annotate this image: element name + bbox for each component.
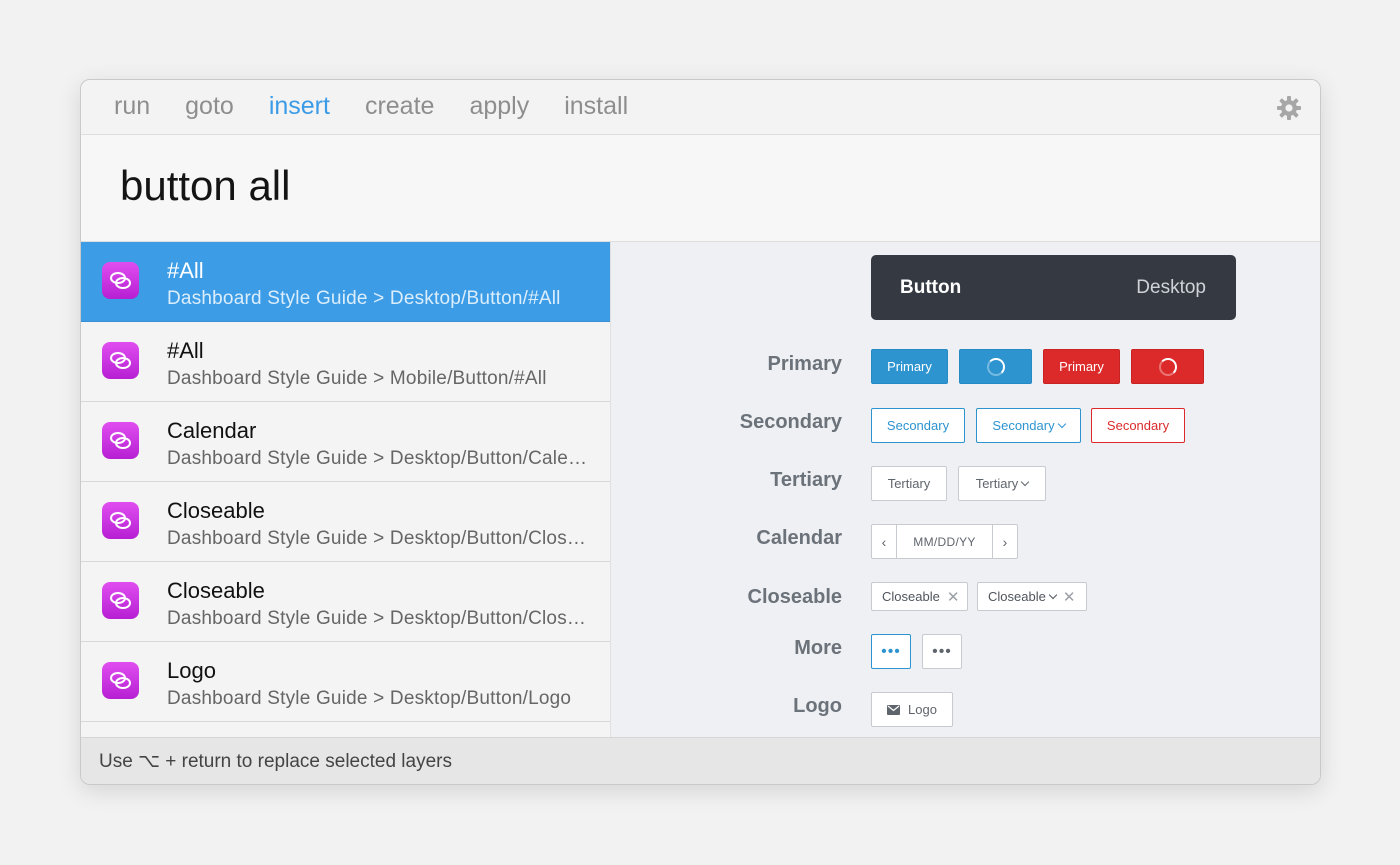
result-title: Calendar: [167, 418, 257, 443]
search-input[interactable]: button all: [120, 161, 290, 211]
primary-button[interactable]: Primary: [871, 349, 948, 384]
preview-header: Button Desktop: [871, 255, 1236, 320]
symbol-link-icon: [102, 342, 139, 379]
command-tabs: run goto insert create apply install: [114, 90, 663, 122]
symbol-link-icon: [102, 582, 139, 619]
label-logo: Logo: [793, 695, 842, 717]
tab-install[interactable]: install: [564, 90, 628, 122]
launcher-window: run goto insert create apply install but…: [80, 79, 1321, 785]
result-path: Dashboard Style Guide > Desktop/Button/#…: [167, 288, 561, 309]
more-button[interactable]: •••: [871, 634, 911, 669]
footer-hint-bar: Use ⌥ + return to replace selected layer…: [81, 737, 1320, 784]
tab-run[interactable]: run: [114, 90, 150, 122]
ellipsis-icon: •••: [932, 642, 952, 660]
tab-insert[interactable]: insert: [269, 90, 330, 122]
ellipsis-icon: •••: [881, 642, 901, 660]
result-row[interactable]: Logo Dashboard Style Guide > Desktop/But…: [81, 642, 610, 722]
secondary-button[interactable]: Secondary: [871, 408, 965, 443]
symbol-link-icon: [102, 502, 139, 539]
result-row[interactable]: #All Dashboard Style Guide > Desktop/But…: [81, 242, 610, 322]
command-tabs-bar: run goto insert create apply install: [81, 80, 1320, 135]
result-path: Dashboard Style Guide > Desktop/Button/C…: [167, 608, 592, 629]
chevron-right-icon[interactable]: ›: [992, 525, 1017, 558]
result-path: Dashboard Style Guide > Desktop/Button/C…: [167, 528, 592, 549]
label-calendar: Calendar: [756, 527, 842, 549]
label-primary: Primary: [767, 353, 843, 375]
secondary-danger-button[interactable]: Secondary: [1091, 408, 1185, 443]
symbol-preview: Button Desktop Primary Primary Primary S…: [610, 242, 1320, 739]
label-closeable: Closeable: [747, 586, 842, 608]
result-path: Dashboard Style Guide > Desktop/Button/C…: [167, 448, 592, 469]
results-list: #All Dashboard Style Guide > Desktop/But…: [81, 242, 610, 739]
secondary-dropdown-button[interactable]: Secondary: [976, 408, 1081, 443]
tertiary-dropdown-button[interactable]: Tertiary: [958, 466, 1046, 501]
result-row[interactable]: Closeable Dashboard Style Guide > Deskto…: [81, 482, 610, 562]
result-path: Dashboard Style Guide > Mobile/Button/#A…: [167, 368, 547, 389]
calendar-date-field[interactable]: MM/DD/YY: [897, 525, 992, 558]
secondary-dropdown-label: Secondary: [992, 418, 1055, 433]
closeable-chip-label: Closeable: [882, 589, 940, 604]
tertiary-dropdown-label: Tertiary: [975, 476, 1019, 491]
closeable-dropdown-chip[interactable]: Closeable ✕: [977, 582, 1087, 611]
gear-icon[interactable]: [1276, 95, 1302, 121]
label-more: More: [794, 637, 842, 659]
symbol-link-icon: [102, 262, 139, 299]
result-path: Dashboard Style Guide > Desktop/Button/L…: [167, 688, 572, 709]
result-title: Closeable: [167, 498, 265, 523]
preview-platform: Desktop: [1136, 277, 1206, 298]
calendar-date-picker: ‹ MM/DD/YY ›: [871, 524, 1018, 559]
logo-button-label: Logo: [908, 702, 937, 717]
tab-apply[interactable]: apply: [469, 90, 529, 122]
result-row[interactable]: #All Dashboard Style Guide > Mobile/Butt…: [81, 322, 610, 402]
symbol-link-icon: [102, 662, 139, 699]
tab-goto[interactable]: goto: [185, 90, 234, 122]
preview-title: Button: [900, 277, 962, 298]
result-row[interactable]: Closeable Dashboard Style Guide > Deskto…: [81, 562, 610, 642]
closeable-dropdown-label: Closeable: [988, 589, 1046, 604]
tab-create[interactable]: create: [365, 90, 434, 122]
envelope-icon: [887, 704, 901, 715]
result-title: #All: [167, 338, 204, 363]
closeable-chip[interactable]: Closeable ✕: [871, 582, 968, 611]
result-title: Logo: [167, 658, 216, 683]
spinner-icon: [1158, 357, 1177, 376]
chevron-down-icon: [1021, 477, 1030, 486]
result-title: #All: [167, 258, 204, 283]
chevron-down-icon: [1057, 419, 1066, 428]
primary-loading-button[interactable]: [959, 349, 1032, 384]
logo-button[interactable]: Logo: [871, 692, 953, 727]
search-bar[interactable]: button all: [81, 135, 1320, 242]
chevron-down-icon: [1048, 590, 1058, 599]
label-tertiary: Tertiary: [770, 469, 842, 491]
result-row[interactable]: Calendar Dashboard Style Guide > Desktop…: [81, 402, 610, 482]
label-secondary: Secondary: [739, 411, 842, 433]
spinner-icon: [986, 357, 1005, 376]
primary-danger-button[interactable]: Primary: [1043, 349, 1120, 384]
close-icon[interactable]: ✕: [947, 588, 960, 606]
footer-hint: Use ⌥ + return to replace selected layer…: [99, 751, 452, 772]
primary-danger-loading-button[interactable]: [1131, 349, 1204, 384]
tertiary-button[interactable]: Tertiary: [871, 466, 947, 501]
close-icon[interactable]: ✕: [1063, 588, 1076, 606]
result-title: Closeable: [167, 578, 265, 603]
symbol-link-icon: [102, 422, 139, 459]
more-button-secondary[interactable]: •••: [922, 634, 962, 669]
chevron-left-icon[interactable]: ‹: [872, 525, 897, 558]
